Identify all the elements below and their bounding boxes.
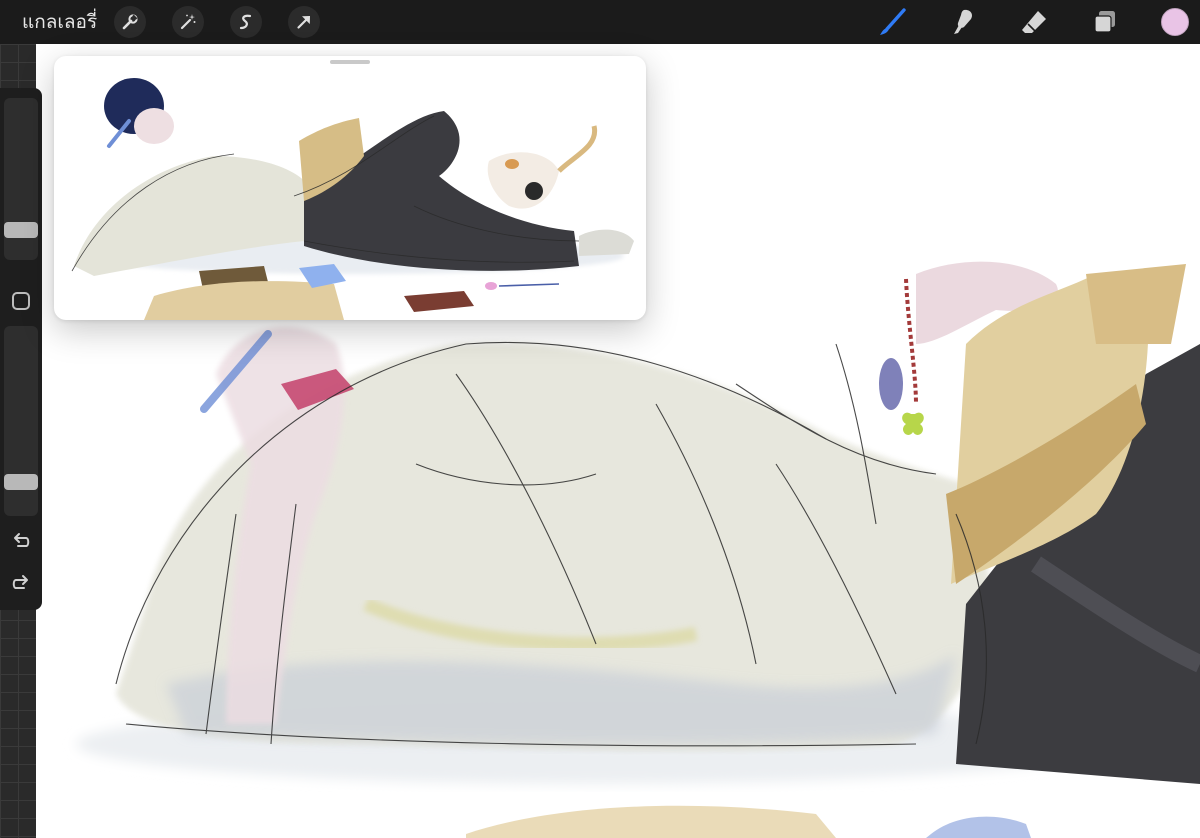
brush-size-slider[interactable]	[4, 98, 38, 260]
smudge-tool-button[interactable]	[947, 6, 979, 38]
floor-book	[466, 805, 836, 838]
adjustments-button[interactable]	[172, 6, 204, 38]
book-edge	[1086, 264, 1186, 344]
layers-button[interactable]	[1089, 6, 1121, 38]
bracelet	[904, 278, 918, 405]
reference-window[interactable]	[54, 56, 646, 320]
transform-button[interactable]	[288, 6, 320, 38]
reference-window-handle[interactable]	[330, 60, 370, 64]
selection-icon	[239, 14, 252, 30]
redo-button[interactable]	[8, 570, 34, 596]
floor-phone	[926, 816, 1031, 838]
color-swatch-button[interactable]	[1161, 8, 1189, 36]
eraser-icon	[1022, 11, 1046, 33]
wrench-icon	[122, 14, 138, 30]
redo-icon	[12, 575, 28, 589]
layers-icon	[1094, 11, 1115, 33]
palm-shadow	[879, 358, 903, 410]
square-icon	[12, 292, 30, 310]
undo-icon	[14, 533, 30, 547]
undo-button[interactable]	[8, 528, 34, 554]
transform-arrow-icon	[297, 16, 310, 29]
opacity-thumb[interactable]	[4, 474, 38, 490]
brush-size-thumb[interactable]	[4, 222, 38, 238]
reference-image	[71, 78, 634, 320]
brush-icon	[880, 8, 906, 35]
eraser-tool-button[interactable]	[1018, 6, 1050, 38]
gallery-button[interactable]: แกลเลอรี่	[22, 9, 97, 35]
modify-button[interactable]	[8, 288, 34, 314]
magic-wand-icon	[180, 14, 196, 30]
charm	[902, 412, 924, 435]
actions-button[interactable]	[114, 6, 146, 38]
opacity-slider[interactable]	[4, 326, 38, 516]
selection-button[interactable]	[230, 6, 262, 38]
brush-tool-button[interactable]	[876, 6, 908, 38]
smudge-icon	[954, 9, 973, 34]
left-sidebar	[0, 88, 42, 610]
top-toolbar: แกลเลอรี่	[0, 0, 1200, 44]
